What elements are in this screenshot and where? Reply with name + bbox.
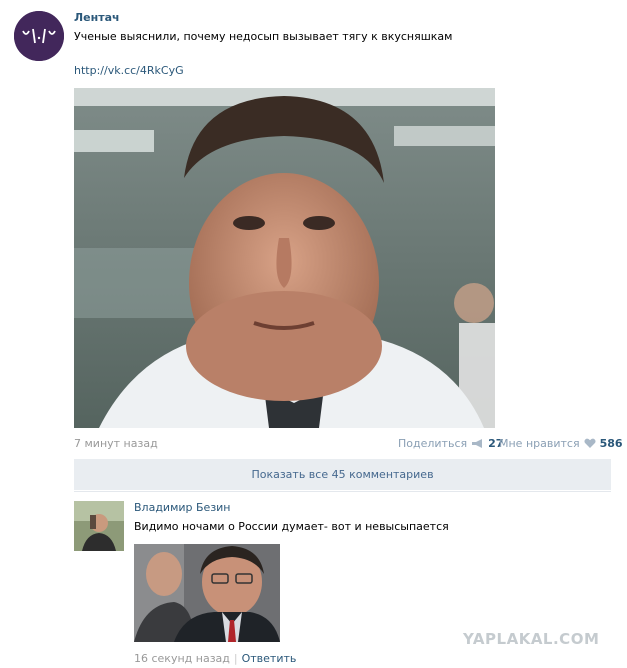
- community-avatar[interactable]: [14, 11, 64, 61]
- comment-timestamp[interactable]: 16 секунд назад: [134, 652, 230, 665]
- like-label: Мне нравится: [499, 437, 580, 450]
- post-text: Ученые выяснили, почему недосып вызывает…: [74, 30, 453, 43]
- lentach-logo-icon: [14, 11, 64, 61]
- like-count: 586: [599, 437, 623, 450]
- post-author[interactable]: Лентач: [74, 11, 120, 24]
- like-button[interactable]: Мне нравится 586: [499, 437, 623, 450]
- comment-photo[interactable]: [134, 544, 280, 642]
- share-label: Поделиться: [398, 437, 468, 450]
- share-button[interactable]: Поделиться 27: [398, 437, 503, 450]
- comment-avatar[interactable]: [74, 501, 124, 551]
- watermark-logo: YAPLAKAL.COM: [463, 630, 600, 648]
- commenter-photo: [74, 501, 124, 551]
- man-in-suit-photo: [134, 544, 280, 642]
- post-photo[interactable]: [74, 88, 495, 428]
- show-all-comments-button[interactable]: Показать все 45 комментариев: [74, 459, 611, 490]
- divider: [74, 491, 611, 492]
- comment-author[interactable]: Владимир Безин: [134, 501, 231, 514]
- megaphone-icon: [472, 439, 483, 448]
- comment-meta: 16 секунд назад | Ответить: [134, 652, 296, 665]
- separator: |: [233, 652, 238, 665]
- heart-icon: [584, 438, 596, 448]
- comment-text: Видимо ночами о России думает- вот и нев…: [134, 520, 449, 533]
- post-timestamp[interactable]: 7 минут назад: [74, 437, 158, 450]
- post-link[interactable]: http://vk.cc/4RkCyG: [74, 64, 184, 77]
- reply-button[interactable]: Ответить: [242, 652, 297, 665]
- man-swollen-face-photo: [74, 88, 495, 428]
